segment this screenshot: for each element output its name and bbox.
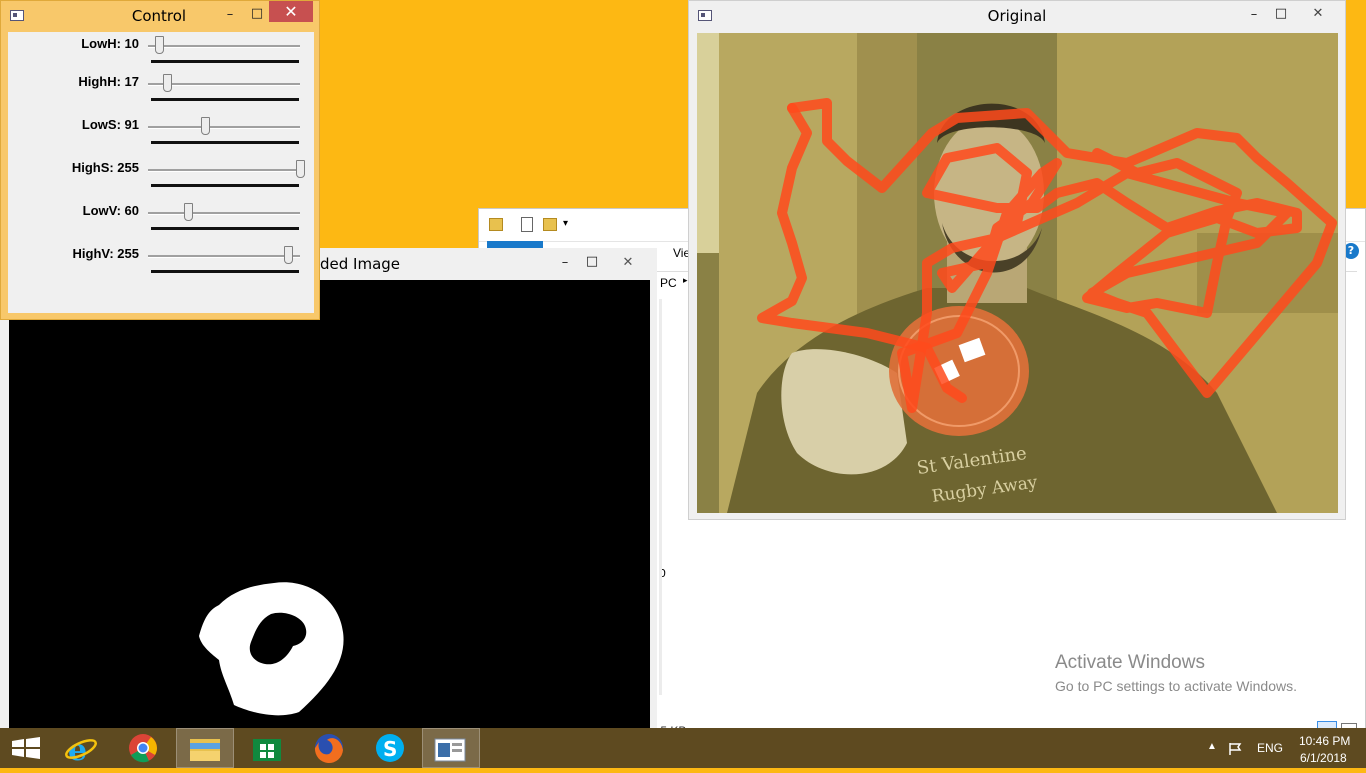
clock-date[interactable]: 6/1/2018 [1300,751,1347,765]
taskbar: e S ▲ ENG 10:46 PM 6/1/2018 [0,728,1366,768]
maximize-button[interactable]: □ [582,251,602,273]
close-button[interactable]: ✕ [607,252,649,274]
firefox-button[interactable] [301,728,357,768]
minimize-button[interactable]: – [221,4,239,26]
maximize-button[interactable]: □ [247,3,267,25]
original-window: Original – □ ✕ St Valentine Rugby Away [688,0,1346,520]
language-indicator[interactable]: ENG [1257,741,1283,755]
trackbar-thumb[interactable] [162,74,172,92]
chrome-icon [129,734,157,763]
minimize-button[interactable]: – [556,252,574,274]
start-icon [12,737,40,759]
opencv-app-icon [434,738,466,762]
thresholded-image-window: ded Image – □ ✕ [0,248,657,730]
trackbar-row: HighV: 255 [8,242,314,282]
threshold-mask [199,582,344,716]
trackbar-thumb[interactable] [296,160,305,178]
skype-icon: S [376,734,404,762]
internet-explorer-icon: e [65,733,97,768]
properties-icon[interactable] [521,217,533,232]
store-button[interactable] [240,728,296,768]
customize-dropdown-icon[interactable]: ▾ [563,218,568,229]
start-button[interactable] [0,728,56,768]
file-explorer-icon [190,739,220,761]
store-icon [253,739,281,761]
trackbar-underline [151,227,299,230]
webcam-feed: St Valentine Rugby Away [697,33,1338,513]
svg-text:e: e [68,733,87,768]
trackbar-underline [151,184,299,187]
activate-windows-watermark: Activate Windows Go to PC settings to ac… [1055,652,1297,694]
trackbar-label: HighS: 255 [71,160,139,175]
trackbar-thumb[interactable] [284,246,294,264]
watermark-line2: Go to PC settings to activate Windows. [1055,678,1297,694]
trackbar-label: HighH: 17 [78,74,139,89]
show-hidden-icons-icon[interactable]: ▲ [1207,741,1217,752]
file-explorer-button[interactable] [176,728,234,768]
trackbar-label: LowS: 91 [81,117,139,132]
watermark-line1: Activate Windows [1055,652,1205,673]
trackbar-label: HighV: 255 [72,246,139,261]
trackbar-thumb[interactable] [201,117,211,135]
trackbar-row: LowV: 60 [8,199,314,239]
webcam-frame: St Valentine Rugby Away [697,33,1338,513]
close-button[interactable]: ✕ [1295,3,1341,25]
titlebar[interactable]: Original – □ ✕ [689,1,1345,31]
internet-explorer-button[interactable]: e [54,728,110,768]
clock-time[interactable]: 10:46 PM [1299,734,1350,748]
trackbar-track[interactable] [148,169,300,172]
trackbar-underline [151,270,299,273]
window-title: ded Image [320,255,401,273]
close-button[interactable]: ✕ [269,1,313,22]
trackbar-track[interactable] [148,45,300,48]
control-window: Control – □ ✕ LowH: 10 HighH: 17 LowS: 91 H… [0,0,320,320]
trackbar-track[interactable] [148,212,300,215]
trackbar-underline [151,98,299,101]
blinds [697,33,719,253]
trackbar-label: LowV: 60 [82,203,139,218]
trackbar-underline [151,60,299,63]
skype-button[interactable]: S [362,728,418,768]
maximize-button[interactable]: □ [1271,3,1291,25]
trackbar-row: LowS: 91 [8,113,314,153]
trackbar-track[interactable] [148,126,300,129]
trackbar-underline [151,141,299,144]
hand [781,349,907,475]
slider-panel: LowH: 10 HighH: 17 LowS: 91 HighS: 255 LowV:… [8,32,314,313]
action-center-flag-icon[interactable] [1228,741,1242,755]
address-chevron-icon[interactable]: ▸ [683,276,688,286]
trackbar-label: LowH: 10 [81,36,139,51]
trackbar-thumb[interactable] [183,203,193,221]
address-pc: PC [660,276,677,290]
firefox-icon [314,734,343,764]
trackbar-track[interactable] [148,255,300,258]
left-pane-divider [659,299,662,695]
new-folder-icon[interactable] [543,218,557,231]
threshold-image-canvas [9,280,650,730]
trackbar-thumb[interactable] [155,36,165,54]
folder-icon[interactable] [489,218,503,231]
trackbar-row: LowH: 10 [8,32,314,72]
chrome-button[interactable] [115,728,171,768]
trackbar-row: HighS: 255 [8,156,314,196]
trackbar-row: HighH: 17 [8,70,314,110]
svg-text:S: S [383,737,397,761]
opencv-app-button[interactable] [422,728,480,768]
minimize-button[interactable]: – [1245,4,1263,26]
titlebar[interactable]: Control – □ ✕ [1,1,319,31]
